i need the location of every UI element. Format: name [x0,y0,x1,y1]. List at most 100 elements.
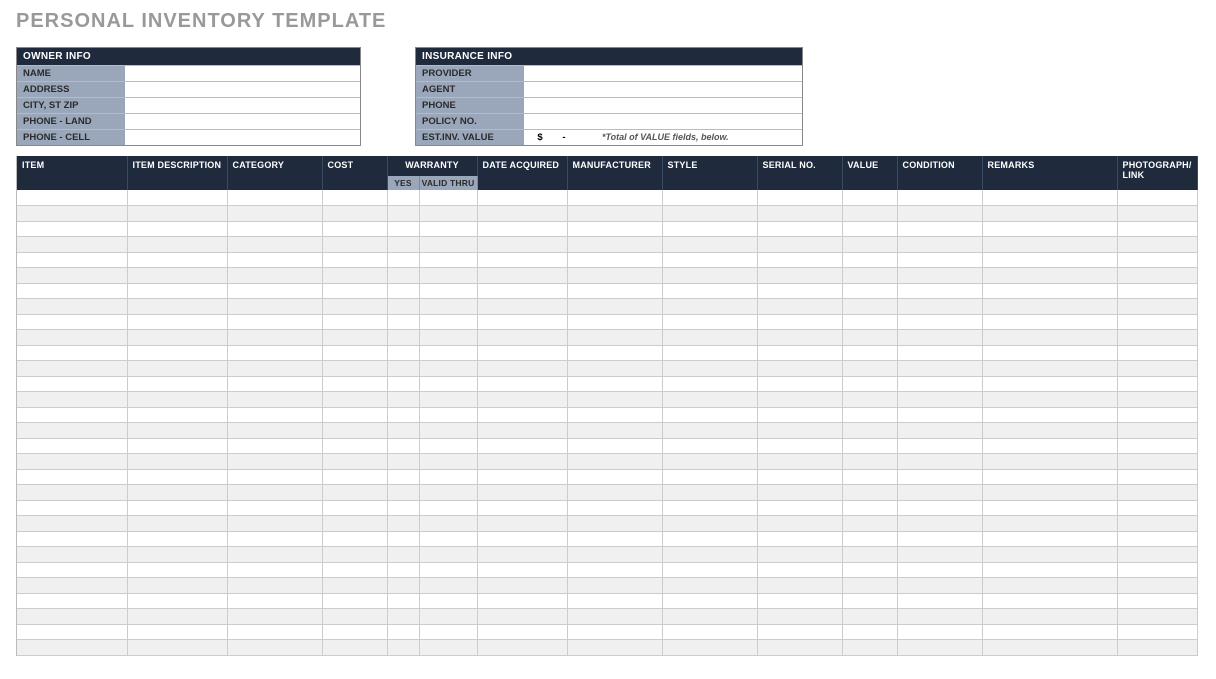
table-cell[interactable] [17,407,127,423]
table-cell[interactable] [227,516,322,532]
table-cell[interactable] [477,345,567,361]
table-cell[interactable] [842,376,897,392]
table-cell[interactable] [127,531,227,547]
table-cell[interactable] [1117,423,1197,439]
table-cell[interactable] [322,252,387,268]
table-cell[interactable] [387,469,419,485]
table-cell[interactable] [982,640,1117,656]
table-cell[interactable] [897,314,982,330]
table-cell[interactable] [662,376,757,392]
table-cell[interactable] [127,221,227,237]
table-cell[interactable] [982,578,1117,594]
table-cell[interactable] [387,392,419,408]
table-cell[interactable] [757,268,842,284]
table-cell[interactable] [1117,454,1197,470]
table-cell[interactable] [662,516,757,532]
table-cell[interactable] [477,531,567,547]
table-cell[interactable] [1117,345,1197,361]
table-cell[interactable] [17,268,127,284]
table-cell[interactable] [419,206,477,222]
owner-field-value[interactable] [125,98,360,114]
table-cell[interactable] [662,330,757,346]
table-cell[interactable] [842,624,897,640]
table-cell[interactable] [227,237,322,253]
table-cell[interactable] [127,500,227,516]
table-cell[interactable] [227,268,322,284]
table-cell[interactable] [567,407,662,423]
table-cell[interactable] [127,190,227,206]
table-cell[interactable] [567,361,662,377]
table-cell[interactable] [567,345,662,361]
table-cell[interactable] [387,547,419,563]
table-cell[interactable] [419,268,477,284]
table-cell[interactable] [127,438,227,454]
table-cell[interactable] [17,469,127,485]
table-cell[interactable] [842,593,897,609]
table-cell[interactable] [982,252,1117,268]
table-cell[interactable] [322,485,387,501]
table-cell[interactable] [897,609,982,625]
table-cell[interactable] [227,423,322,439]
table-cell[interactable] [1117,407,1197,423]
table-cell[interactable] [897,500,982,516]
table-cell[interactable] [842,361,897,377]
table-cell[interactable] [1117,547,1197,563]
table-cell[interactable] [757,283,842,299]
table-cell[interactable] [477,252,567,268]
owner-field-value[interactable] [125,130,360,146]
table-cell[interactable] [982,624,1117,640]
table-cell[interactable] [322,547,387,563]
table-cell[interactable] [322,361,387,377]
table-cell[interactable] [17,314,127,330]
table-cell[interactable] [17,516,127,532]
table-cell[interactable] [567,237,662,253]
table-cell[interactable] [842,640,897,656]
table-cell[interactable] [477,221,567,237]
table-cell[interactable] [982,314,1117,330]
table-cell[interactable] [127,330,227,346]
table-cell[interactable] [227,547,322,563]
table-cell[interactable] [567,500,662,516]
table-cell[interactable] [17,190,127,206]
table-cell[interactable] [227,609,322,625]
table-cell[interactable] [757,299,842,315]
table-cell[interactable] [662,314,757,330]
table-cell[interactable] [322,283,387,299]
table-cell[interactable] [227,624,322,640]
table-cell[interactable] [842,314,897,330]
table-cell[interactable] [322,221,387,237]
table-cell[interactable] [662,624,757,640]
table-cell[interactable] [127,485,227,501]
table-cell[interactable] [897,531,982,547]
table-cell[interactable] [567,314,662,330]
table-cell[interactable] [567,206,662,222]
table-cell[interactable] [127,407,227,423]
table-cell[interactable] [419,330,477,346]
table-cell[interactable] [227,221,322,237]
table-cell[interactable] [227,190,322,206]
table-cell[interactable] [842,562,897,578]
table-cell[interactable] [419,190,477,206]
table-cell[interactable] [322,454,387,470]
table-cell[interactable] [17,237,127,253]
table-cell[interactable] [1117,361,1197,377]
table-cell[interactable] [227,407,322,423]
table-cell[interactable] [662,345,757,361]
table-cell[interactable] [322,407,387,423]
table-cell[interactable] [127,578,227,594]
table-cell[interactable] [842,500,897,516]
table-cell[interactable] [127,593,227,609]
table-cell[interactable] [419,407,477,423]
table-cell[interactable] [757,500,842,516]
table-cell[interactable] [419,516,477,532]
table-cell[interactable] [897,392,982,408]
table-cell[interactable] [982,376,1117,392]
table-cell[interactable] [127,314,227,330]
table-cell[interactable] [387,299,419,315]
table-cell[interactable] [982,438,1117,454]
table-cell[interactable] [982,516,1117,532]
table-cell[interactable] [322,609,387,625]
table-cell[interactable] [477,562,567,578]
table-cell[interactable] [1117,531,1197,547]
table-cell[interactable] [17,283,127,299]
